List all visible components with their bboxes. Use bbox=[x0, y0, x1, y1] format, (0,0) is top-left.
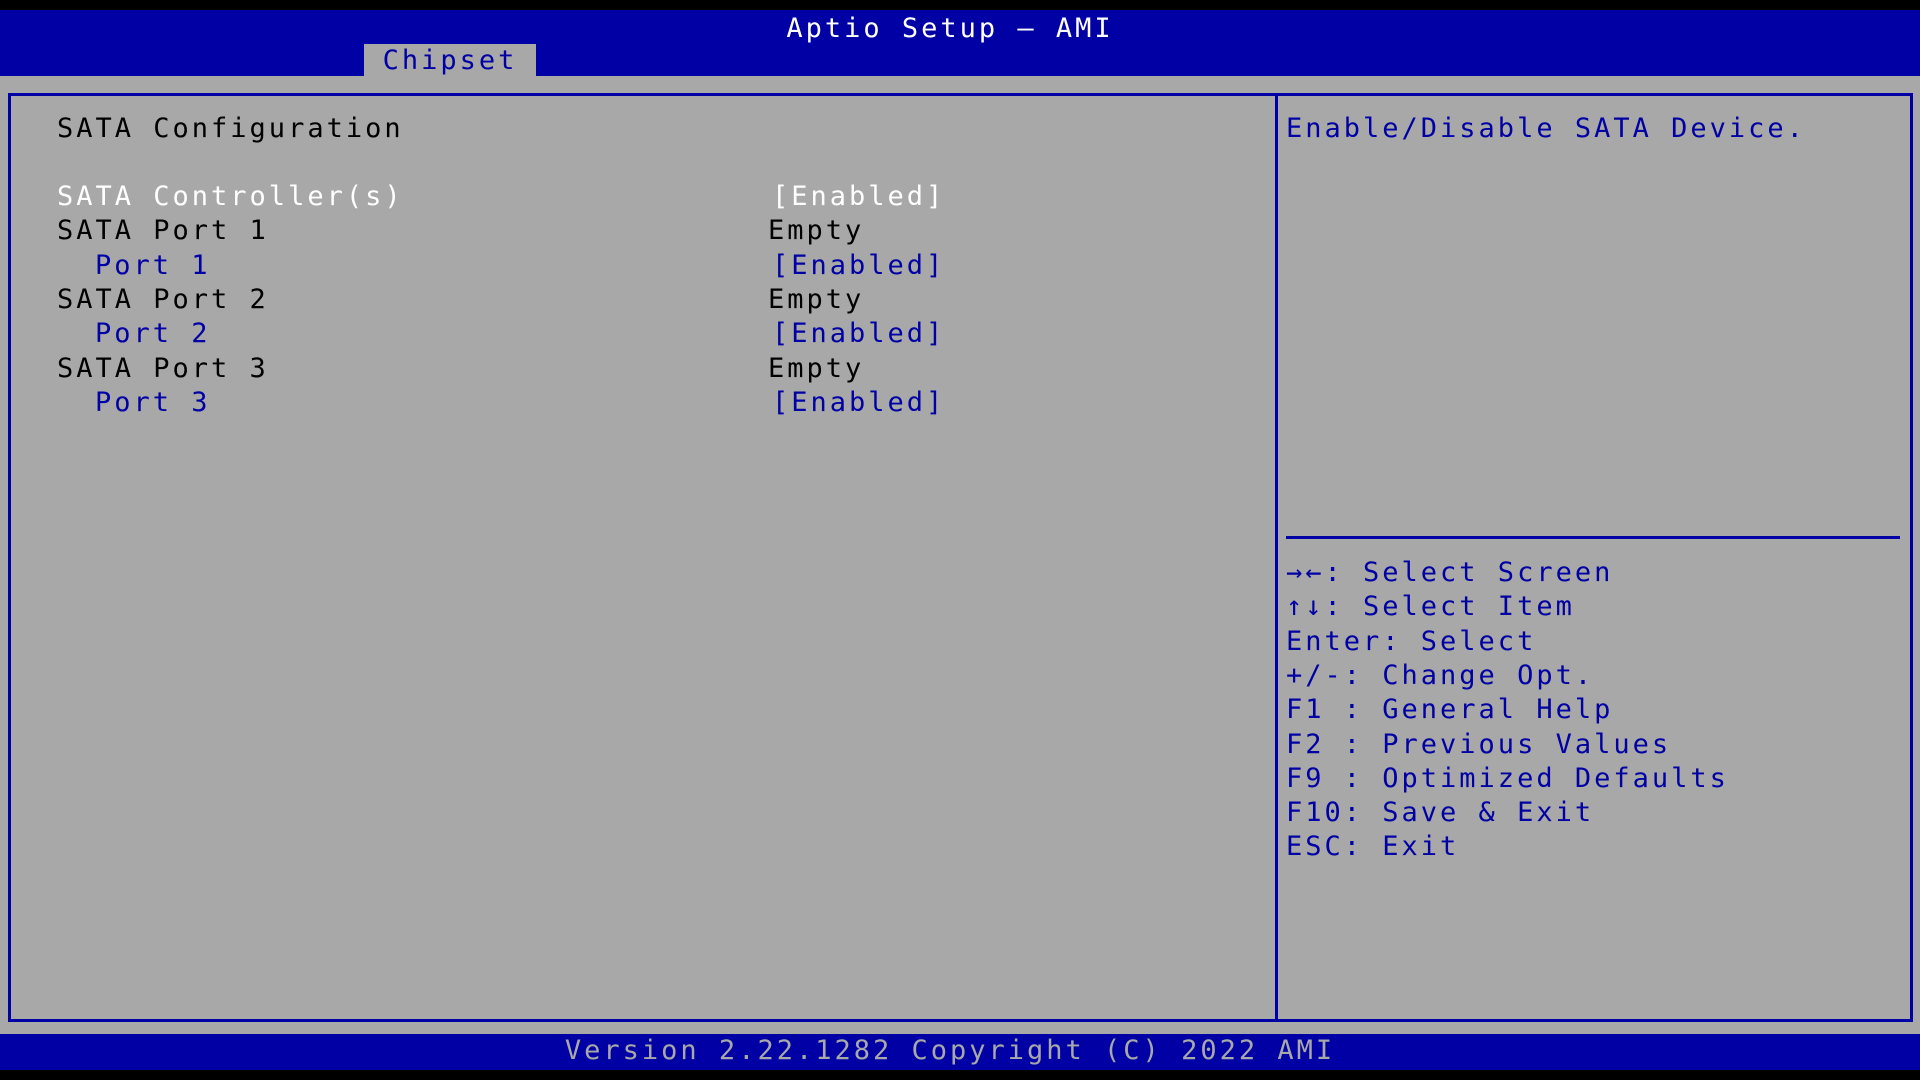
header-bar: Aptio Setup – AMI Chipset bbox=[0, 10, 1920, 76]
key-hint-esc: ESC: Exit bbox=[1286, 831, 1460, 862]
section-title: SATA Configuration bbox=[57, 113, 404, 144]
version-text: Version 2.22.1282 Copyright (C) 2022 AMI bbox=[564, 1035, 1336, 1066]
sata-port-2-label: SATA Port 2 bbox=[57, 284, 269, 315]
sata-port-3-status: Empty bbox=[768, 353, 865, 384]
footer-bar: Version 2.22.1282 Copyright (C) 2022 AMI bbox=[0, 1034, 1920, 1070]
key-hint-select-screen: →←: Select Screen bbox=[1286, 557, 1614, 588]
key-hint-f10: F10: Save & Exit bbox=[1286, 797, 1595, 828]
key-hint-enter: Enter: Select bbox=[1286, 626, 1537, 657]
port-1-label[interactable]: Port 1 bbox=[95, 249, 211, 283]
key-hint-f9: F9 : Optimized Defaults bbox=[1286, 763, 1729, 794]
port-2-label[interactable]: Port 2 bbox=[95, 317, 211, 351]
app-title: Aptio Setup – AMI bbox=[786, 13, 1114, 44]
sata-controller-value[interactable]: [Enabled] bbox=[772, 180, 945, 214]
sata-port-1-status: Empty bbox=[768, 215, 865, 246]
key-hint-select-item: ↑↓: Select Item bbox=[1286, 591, 1575, 622]
help-divider bbox=[1286, 536, 1900, 539]
key-hint-f1: F1 : General Help bbox=[1286, 694, 1614, 725]
bios-screen: Aptio Setup – AMI Chipset SATA Configura… bbox=[0, 0, 1920, 1080]
port-3-label[interactable]: Port 3 bbox=[95, 386, 211, 420]
port-3-value[interactable]: [Enabled] bbox=[772, 386, 945, 420]
sata-port-2-status: Empty bbox=[768, 284, 865, 315]
key-hint-f2: F2 : Previous Values bbox=[1286, 729, 1672, 760]
port-2-value[interactable]: [Enabled] bbox=[772, 317, 945, 351]
help-description: Enable/Disable SATA Device. bbox=[1286, 113, 1806, 144]
key-hint-change-opt: +/-: Change Opt. bbox=[1286, 660, 1595, 691]
sata-port-3-label: SATA Port 3 bbox=[57, 353, 269, 384]
port-1-value[interactable]: [Enabled] bbox=[772, 249, 945, 283]
sata-port-1-label: SATA Port 1 bbox=[57, 215, 269, 246]
sata-controller-label[interactable]: SATA Controller(s) bbox=[57, 180, 404, 214]
tab-chipset[interactable]: Chipset bbox=[364, 44, 536, 76]
